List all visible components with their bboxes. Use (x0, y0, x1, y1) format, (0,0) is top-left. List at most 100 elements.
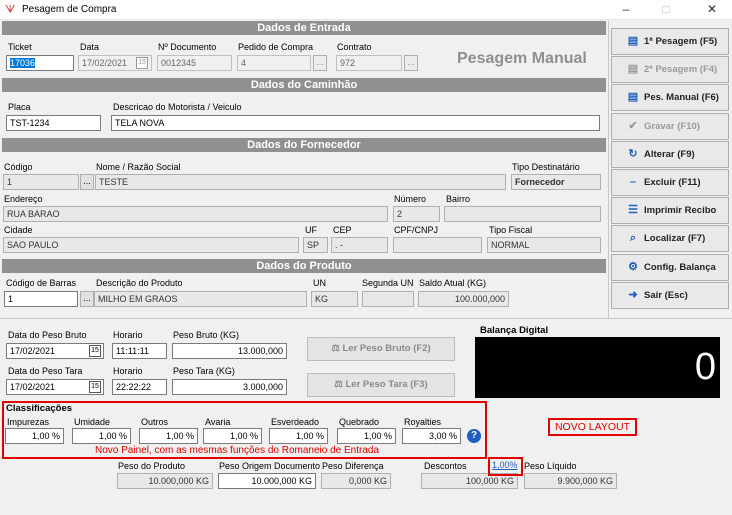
gravar-label: Gravar (F10) (644, 121, 700, 132)
peso-bruto-input[interactable]: 13.000,000 (172, 343, 287, 359)
quebrado-input[interactable]: 1,00 % (337, 428, 396, 444)
peso-diferenca-input[interactable]: 0,000 KG (321, 473, 391, 489)
barras-input[interactable]: 1 (4, 291, 78, 307)
ler-peso-tara-button[interactable]: ⚖ Ler Peso Tara (F3) (307, 373, 455, 397)
calendar-tara-icon[interactable]: 15 (89, 381, 101, 393)
alterar-label: Alterar (F9) (644, 149, 695, 160)
royalties-input[interactable]: 3,00 % (402, 428, 461, 444)
un-label: UN (313, 278, 326, 288)
umidade-label: Umidade (74, 417, 111, 427)
motorista-input[interactable]: TELA NOVA (111, 115, 600, 131)
search-icon: ⌕ (629, 232, 637, 244)
avaria-input[interactable]: 1,00 % (203, 428, 262, 444)
peso-bruto-label: Peso Bruto (KG) (173, 330, 240, 340)
cidade-label: Cidade (4, 225, 33, 235)
outros-label: Outros (141, 417, 169, 427)
hora-bruto-input[interactable]: 11:11:11 (112, 343, 167, 359)
config-balanca-button[interactable]: ⚙ Config. Balança (611, 254, 729, 281)
peso-tara-label: Peso Tara (KG) (173, 366, 235, 376)
tipo-destinatario-select[interactable]: Fornecedor (511, 174, 601, 190)
saldo-label: Saldo Atual (KG) (419, 278, 487, 288)
hora-bruto-label: Horario (113, 330, 143, 340)
endereco-input[interactable]: RUA BARAO (3, 206, 388, 222)
hora-tara-input[interactable]: 22:22:22 (112, 379, 167, 395)
descontos-pct-link[interactable]: 1,00% (492, 460, 518, 470)
contrato-label: Contrato (337, 42, 372, 52)
peso-origem-input[interactable]: 10.000,000 KG (218, 473, 316, 489)
app-logo-icon: ᗐ (5, 4, 16, 16)
bairro-input[interactable] (444, 206, 601, 222)
sair-button[interactable]: ➜ Sair (Esc) (611, 282, 729, 309)
pedido-label: Pedido de Compra (238, 42, 314, 52)
peso-liquido-input[interactable]: 9.900,000 KG (524, 473, 617, 489)
ticket-input[interactable]: 17036 (6, 55, 74, 71)
un-input[interactable]: KG (311, 291, 358, 307)
primeira-pesagem-button[interactable]: ▤ 1ª Pesagem (F5) (611, 28, 729, 55)
documento-input[interactable]: 0012345 (157, 55, 232, 71)
calendar-bruto-icon[interactable]: 15 (89, 345, 101, 357)
contrato-input[interactable]: 972 (336, 55, 402, 71)
cidade-input[interactable]: SAO PAULO (3, 237, 299, 253)
novo-painel-note: Novo Painel, com as mesmas funções do Ro… (95, 445, 380, 456)
gravar-button[interactable]: ✔ Gravar (F10) (611, 113, 729, 140)
bairro-label: Bairro (446, 194, 471, 204)
alterar-button[interactable]: ↻ Alterar (F9) (611, 141, 729, 168)
minimize-button[interactable]: – (611, 2, 641, 18)
cep-input[interactable]: . - (331, 237, 388, 253)
cep-label: CEP (333, 225, 352, 235)
scale-icon: ⚖ (334, 379, 343, 390)
section-entrada: Dados de Entrada (2, 21, 606, 35)
pesagem-manual-button[interactable]: ▤ Pes. Manual (F6) (611, 84, 729, 111)
scale-icon: ⚖ (331, 343, 340, 354)
peso-liquido-label: Peso Líquido (524, 461, 577, 471)
contrato-lookup-button[interactable]: ... (404, 55, 418, 71)
help-icon[interactable]: ? (467, 429, 481, 443)
edit-icon: ↻ (628, 148, 638, 160)
excluir-button[interactable]: – Excluir (F11) (611, 169, 729, 196)
ler-peso-bruto-button[interactable]: ⚖ Ler Peso Bruto (F2) (307, 337, 455, 361)
balanca-label: Balança Digital (480, 325, 549, 336)
maximize-button[interactable]: □ (651, 2, 681, 18)
tipo-fiscal-select[interactable]: NORMAL (487, 237, 601, 253)
uf-input[interactable]: SP (303, 237, 328, 253)
divider (0, 318, 732, 319)
royalties-label: Royalties (404, 417, 442, 427)
localizar-button[interactable]: ⌕ Localizar (F7) (611, 225, 729, 252)
tipo-destinatario-label: Tipo Destinatário (512, 162, 580, 172)
segunda-pesagem-button[interactable]: ▤ 2ª Pesagem (F4) (611, 56, 729, 83)
print-icon: ☰ (628, 204, 638, 216)
esverdeado-label: Esverdeado (271, 417, 320, 427)
placa-input[interactable]: TST-1234 (6, 115, 101, 131)
descricao-input[interactable]: MILHO EM GRAOS (94, 291, 307, 307)
peso-diferenca-label: Peso Diferença (322, 461, 384, 471)
nome-input[interactable]: TESTE (95, 174, 506, 190)
pedido-input[interactable]: 4 (237, 55, 311, 71)
umidade-input[interactable]: 1,00 % (72, 428, 131, 444)
close-button[interactable]: ✕ (697, 2, 727, 18)
quebrado-label: Quebrado (339, 417, 380, 427)
peso-origem-label: Peso Origem Documento (219, 461, 321, 471)
numero-input[interactable]: 2 (393, 206, 440, 222)
segunda-un-input[interactable] (362, 291, 414, 307)
segunda-un-label: Segunda UN (362, 278, 414, 288)
scale-icon: ▤ (627, 91, 639, 103)
outros-input[interactable]: 1,00 % (139, 428, 198, 444)
exit-icon: ➜ (628, 289, 638, 301)
impurezas-input[interactable]: 1,00 % (5, 428, 64, 444)
calendar-icon[interactable]: 15 (136, 57, 148, 69)
imprimir-recibo-button[interactable]: ☰ Imprimir Recibo (611, 197, 729, 224)
pedido-lookup-button[interactable]: ... (313, 55, 327, 71)
saldo-input[interactable]: 100.000,000 (418, 291, 509, 307)
produto-lookup-button[interactable]: ... (80, 291, 94, 307)
data-bruto-label: Data do Peso Bruto (8, 330, 87, 340)
codigo-input[interactable]: 1 (3, 174, 79, 190)
tipo-fiscal-label: Tipo Fiscal (489, 225, 533, 235)
cpf-input[interactable] (393, 237, 482, 253)
fornecedor-lookup-button[interactable]: ... (80, 174, 94, 190)
segunda-pesagem-label: 2ª Pesagem (F4) (644, 64, 718, 75)
peso-tara-input[interactable]: 3.000,000 (172, 379, 287, 395)
scale-icon: ▤ (627, 35, 639, 47)
nome-label: Nome / Razão Social (96, 162, 181, 172)
esverdeado-input[interactable]: 1,00 % (269, 428, 328, 444)
peso-produto-input[interactable]: 10.000,000 KG (117, 473, 213, 489)
